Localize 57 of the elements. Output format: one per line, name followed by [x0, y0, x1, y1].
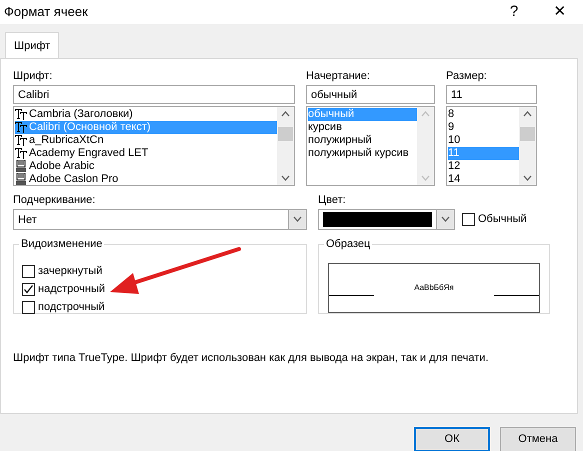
chevron-down-icon[interactable] — [523, 174, 532, 180]
chevron-down-icon[interactable] — [281, 174, 290, 180]
list-item[interactable]: Adobe Arabic — [15, 160, 277, 172]
list-item[interactable]: a_RubricaXtCn — [15, 134, 277, 146]
color-dropdown[interactable] — [318, 208, 455, 230]
checkbox[interactable] — [462, 212, 475, 226]
cancel-button[interactable]: Отмена — [500, 426, 576, 451]
dropdown[interactable]: Нет — [13, 208, 307, 230]
list-item[interactable]: Cambria (Заголовки) — [15, 108, 277, 120]
scrollbar[interactable] — [519, 106, 536, 184]
chevron-up-icon[interactable] — [523, 110, 532, 116]
truetype-icon — [15, 134, 27, 146]
truetype-icon — [15, 108, 27, 120]
help-button[interactable]: ? — [491, 0, 537, 24]
text-field[interactable]: Calibri — [13, 84, 295, 104]
scrollbar-thumb[interactable] — [520, 126, 535, 140]
field-label: Начертание: — [306, 68, 371, 82]
scrollbar-thumb[interactable] — [278, 126, 293, 140]
close-button[interactable]: ✕ — [537, 0, 583, 24]
checkbox-label[interactable]: Обычный — [478, 210, 527, 228]
field-label: Подчеркивание: — [13, 192, 96, 206]
ok-button[interactable]: ОК — [414, 426, 490, 451]
list-item[interactable]: 8 — [448, 108, 519, 120]
chevron-up-icon[interactable] — [281, 110, 290, 116]
text-field[interactable]: 11 — [446, 84, 537, 104]
list-item[interactable]: курсив — [308, 120, 417, 134]
group-title: Образец — [324, 236, 372, 250]
scrollbar[interactable] — [277, 106, 294, 184]
list-item[interactable]: полужирный — [308, 134, 417, 146]
font-file-icon — [15, 160, 27, 172]
field-label: Размер: — [446, 68, 488, 82]
tab[interactable]: Шрифт — [5, 32, 60, 58]
field-label: Шрифт: — [13, 68, 54, 82]
field-label: Цвет: — [318, 192, 347, 206]
list-item[interactable]: 14 — [448, 172, 519, 184]
font-file-icon — [15, 173, 27, 184]
list-item[interactable]: полужирный курсив — [308, 146, 417, 160]
list-item[interactable]: 12 — [448, 160, 519, 172]
chevron-down-icon[interactable] — [293, 216, 302, 222]
window-title: Формат ячеек — [4, 3, 89, 22]
sample-text: AaBbБбЯя — [414, 282, 454, 294]
list-item[interactable]: 10 — [448, 134, 519, 146]
text-field[interactable]: обычный — [306, 84, 435, 104]
chevron-down-icon[interactable] — [441, 216, 450, 222]
checkbox[interactable] — [22, 283, 35, 296]
checkbox[interactable] — [22, 301, 35, 314]
list-item[interactable]: 9 — [448, 120, 519, 134]
group-title: Видоизменение — [19, 236, 104, 250]
truetype-icon — [15, 147, 27, 159]
checkbox-label[interactable]: зачеркнутый — [38, 263, 102, 280]
description-text: Шрифт типа TrueType. Шрифт будет использован как для вывода на экран, так и для печати. — [13, 350, 490, 366]
checkbox[interactable] — [22, 265, 35, 278]
checkbox-label[interactable]: надстрочный — [38, 281, 105, 298]
list-item[interactable]: Academy Engraved LET — [15, 146, 277, 160]
list-item[interactable]: Adobe Caslon Pro — [15, 172, 277, 184]
checkbox-label[interactable]: подстрочный — [38, 299, 105, 316]
truetype-icon — [15, 121, 27, 133]
